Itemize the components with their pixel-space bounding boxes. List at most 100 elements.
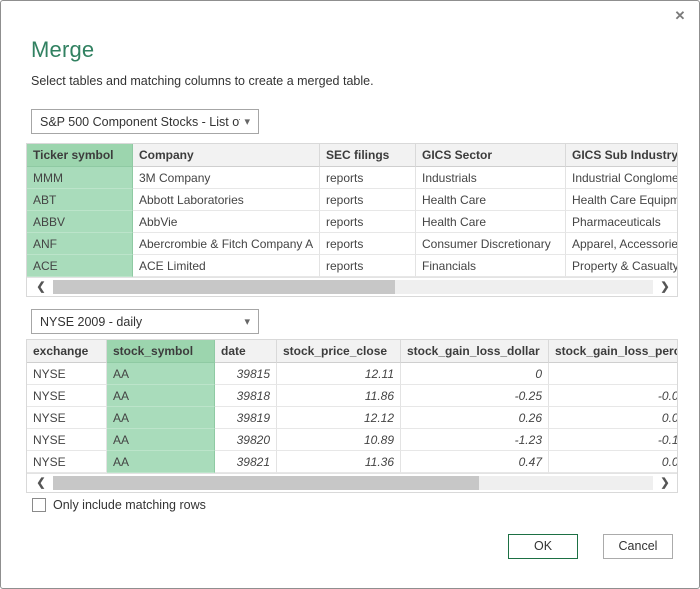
table-cell[interactable]: ANF xyxy=(27,233,133,255)
bottom-table-selector-value: NYSE 2009 - daily xyxy=(40,315,240,329)
table-cell[interactable]: Pharmaceuticals xyxy=(566,211,678,233)
table-cell[interactable]: NYSE xyxy=(27,451,107,473)
table-cell[interactable]: NYSE xyxy=(27,429,107,451)
table-cell[interactable]: AA xyxy=(107,385,215,407)
table-cell[interactable]: -0.020644096 xyxy=(549,385,678,407)
table-row: NYSEAA3981811.86-0.25-0.020644096 xyxy=(27,385,678,407)
table-cell[interactable]: 11.86 xyxy=(277,385,401,407)
table-cell[interactable]: AA xyxy=(107,407,215,429)
horizontal-scrollbar[interactable]: ❮ ❯ xyxy=(27,277,678,296)
table-cell[interactable]: MMM xyxy=(27,167,133,189)
table-cell[interactable]: Apparel, Accessories & Luxury Goods xyxy=(566,233,678,255)
table-cell[interactable]: 39821 xyxy=(215,451,277,473)
scrollbar-thumb[interactable] xyxy=(53,280,395,294)
table-cell[interactable]: 10.89 xyxy=(277,429,401,451)
table-cell[interactable]: Consumer Discretionary xyxy=(416,233,566,255)
dialog-subtitle: Select tables and matching columns to cr… xyxy=(31,74,374,88)
table-cell[interactable]: reports xyxy=(320,167,416,189)
table-cell[interactable]: reports xyxy=(320,255,416,277)
table-cell[interactable]: 39818 xyxy=(215,385,277,407)
table-cell[interactable]: Industrials xyxy=(416,167,566,189)
table-cell[interactable]: NYSE xyxy=(27,385,107,407)
column-header[interactable]: GICS Sub Industry xyxy=(566,144,678,167)
scrollbar-track[interactable] xyxy=(53,280,653,294)
table-cell[interactable]: NYSE xyxy=(27,407,107,429)
column-header[interactable]: Ticker symbol xyxy=(27,144,133,167)
dialog-title: Merge xyxy=(31,37,94,63)
horizontal-scrollbar[interactable]: ❮ ❯ xyxy=(27,473,678,492)
table-cell[interactable]: Abercrombie & Fitch Company A xyxy=(133,233,320,255)
table-row: ACEACE LimitedreportsFinancialsProperty … xyxy=(27,255,678,277)
only-matching-rows-checkbox[interactable] xyxy=(32,498,46,512)
table-row: MMM3M CompanyreportsIndustrialsIndustria… xyxy=(27,167,678,189)
table-cell[interactable]: 0.021922428 xyxy=(549,407,678,429)
table-cell[interactable]: 0 xyxy=(401,363,549,385)
table-cell[interactable]: reports xyxy=(320,189,416,211)
matching-rows-option: Only include matching rows xyxy=(32,498,206,512)
top-table: Ticker symbolCompanySEC filingsGICS Sect… xyxy=(26,143,678,297)
table-body: MMM3M CompanyreportsIndustrialsIndustria… xyxy=(27,167,677,277)
column-header[interactable]: stock_gain_loss_percent xyxy=(549,340,678,363)
column-header[interactable]: stock_price_close xyxy=(277,340,401,363)
table-cell[interactable]: ACE Limited xyxy=(133,255,320,277)
table-cell[interactable]: -1.23 xyxy=(401,429,549,451)
table-cell[interactable]: AA xyxy=(107,451,215,473)
table-cell[interactable]: ACE xyxy=(27,255,133,277)
scrollbar-thumb[interactable] xyxy=(53,476,479,490)
scroll-left-icon[interactable]: ❮ xyxy=(33,278,49,297)
table-row: ANFAbercrombie & Fitch Company AreportsC… xyxy=(27,233,678,255)
table-cell[interactable]: Abbott Laboratories xyxy=(133,189,320,211)
cancel-button[interactable]: Cancel xyxy=(603,534,673,559)
scroll-right-icon[interactable]: ❯ xyxy=(657,474,673,493)
close-icon[interactable]: ✕ xyxy=(671,7,689,25)
table-cell[interactable]: AbbVie xyxy=(133,211,320,233)
table-cell[interactable]: NYSE xyxy=(27,363,107,385)
table-cell[interactable]: AA xyxy=(107,429,215,451)
table-header: exchangestock_symboldatestock_price_clos… xyxy=(27,340,678,363)
checkbox-label: Only include matching rows xyxy=(53,498,206,512)
table-cell[interactable]: reports xyxy=(320,211,416,233)
table-cell[interactable]: AA xyxy=(107,363,215,385)
table-body: NYSEAA3981512.1100NYSEAA3981811.86-0.25-… xyxy=(27,363,677,473)
table-cell[interactable]: 0.26 xyxy=(401,407,549,429)
table-cell[interactable]: Health Care xyxy=(416,189,566,211)
table-cell[interactable]: 0.043158861 xyxy=(549,451,678,473)
table-cell[interactable]: -0.101485149 xyxy=(549,429,678,451)
table-cell[interactable]: 3M Company xyxy=(133,167,320,189)
table-cell[interactable]: Industrial Conglomerates xyxy=(566,167,678,189)
table-cell[interactable]: 39819 xyxy=(215,407,277,429)
table-cell[interactable]: Financials xyxy=(416,255,566,277)
chevron-down-icon: ▾ xyxy=(244,315,250,328)
table-cell[interactable]: Health Care Equipment xyxy=(566,189,678,211)
table-cell[interactable]: -0.25 xyxy=(401,385,549,407)
table-cell[interactable]: ABBV xyxy=(27,211,133,233)
table-cell[interactable]: 12.11 xyxy=(277,363,401,385)
bottom-table-selector[interactable]: NYSE 2009 - daily ▾ xyxy=(31,309,259,334)
column-header[interactable]: date xyxy=(215,340,277,363)
scroll-left-icon[interactable]: ❮ xyxy=(33,474,49,493)
ok-button[interactable]: OK xyxy=(508,534,578,559)
column-header[interactable]: exchange xyxy=(27,340,107,363)
table-row: NYSEAA3981512.1100 xyxy=(27,363,678,385)
table-cell[interactable]: 0.47 xyxy=(401,451,549,473)
top-table-selector[interactable]: S&P 500 Component Stocks - List of... ▾ xyxy=(31,109,259,134)
table-row: NYSEAA3982010.89-1.23-0.101485149 xyxy=(27,429,678,451)
table-cell[interactable]: 0 xyxy=(549,363,678,385)
table-row: ABBVAbbViereportsHealth CarePharmaceutic… xyxy=(27,211,678,233)
column-header[interactable]: Company xyxy=(133,144,320,167)
column-header[interactable]: SEC filings xyxy=(320,144,416,167)
table-cell[interactable]: 12.12 xyxy=(277,407,401,429)
scroll-right-icon[interactable]: ❯ xyxy=(657,278,673,297)
bottom-table: exchangestock_symboldatestock_price_clos… xyxy=(26,339,678,493)
table-cell[interactable]: ABT xyxy=(27,189,133,211)
table-cell[interactable]: Health Care xyxy=(416,211,566,233)
table-cell[interactable]: 39815 xyxy=(215,363,277,385)
table-cell[interactable]: 39820 xyxy=(215,429,277,451)
table-cell[interactable]: Property & Casualty Insurance xyxy=(566,255,678,277)
table-cell[interactable]: reports xyxy=(320,233,416,255)
column-header[interactable]: GICS Sector xyxy=(416,144,566,167)
scrollbar-track[interactable] xyxy=(53,476,653,490)
column-header[interactable]: stock_gain_loss_dollar xyxy=(401,340,549,363)
column-header[interactable]: stock_symbol xyxy=(107,340,215,363)
table-cell[interactable]: 11.36 xyxy=(277,451,401,473)
